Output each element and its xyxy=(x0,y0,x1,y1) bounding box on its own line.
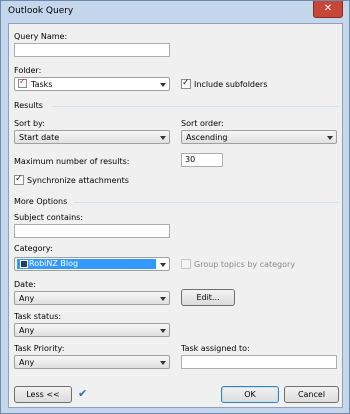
cancel-button[interactable]: Cancel xyxy=(284,386,339,403)
task-icon xyxy=(18,77,27,88)
folder-label: Folder: xyxy=(14,66,42,75)
sort-by-select[interactable]: Start date xyxy=(14,130,170,144)
title-bar: Outlook Query ✕ xyxy=(1,1,349,23)
sort-by-label: Sort by: xyxy=(14,119,45,128)
category-select[interactable]: RobiNZ Blog xyxy=(14,257,170,271)
group-topics-checkbox[interactable] xyxy=(181,259,191,269)
results-section-label: Results xyxy=(14,101,43,110)
subject-label: Subject contains: xyxy=(14,213,84,222)
query-name-input[interactable] xyxy=(14,43,170,57)
group-topics-label: Group topics by category xyxy=(194,260,296,269)
sort-order-value: Ascending xyxy=(186,133,228,142)
sort-order-label: Sort order: xyxy=(181,119,224,128)
chevron-down-icon xyxy=(160,297,166,301)
max-results-input[interactable]: 30 xyxy=(181,153,223,167)
chevron-down-icon xyxy=(160,136,166,140)
edit-date-button[interactable]: Edit... xyxy=(181,289,235,306)
close-button[interactable]: ✕ xyxy=(313,1,343,18)
checkmark-icon: ✔ xyxy=(78,387,88,400)
chevron-down-icon xyxy=(160,329,166,333)
chevron-down-icon xyxy=(160,361,166,365)
task-status-select[interactable]: Any xyxy=(14,323,170,337)
include-subfolders-label: Include subfolders xyxy=(194,80,268,89)
window-title: Outlook Query xyxy=(8,6,74,16)
outlook-query-window: Outlook Query ✕ Query Name: Folder: Task… xyxy=(0,0,350,414)
task-status-label: Task status: xyxy=(14,312,62,321)
folder-value: Tasks xyxy=(31,80,53,89)
task-status-value: Any xyxy=(19,326,35,335)
more-options-section-label: More Options xyxy=(14,197,68,206)
more-options-divider xyxy=(74,202,339,203)
task-priority-value: Any xyxy=(19,358,35,367)
task-priority-label: Task Priority: xyxy=(14,344,65,353)
date-select[interactable]: Any xyxy=(14,291,170,305)
sort-by-value: Start date xyxy=(19,133,60,142)
dialog-body: Query Name: Folder: Tasks Include subfol… xyxy=(8,23,343,408)
ok-button[interactable]: OK xyxy=(221,386,279,403)
sync-attachments-label: Synchronize attachments xyxy=(27,176,129,185)
category-label: Category: xyxy=(14,244,53,253)
chevron-down-icon xyxy=(327,136,333,140)
category-selection: RobiNZ Blog xyxy=(17,259,156,269)
chevron-down-icon xyxy=(160,263,166,267)
include-subfolders-checkbox[interactable] xyxy=(181,78,191,89)
task-assigned-label: Task assigned to: xyxy=(181,344,250,353)
less-button[interactable]: Less << xyxy=(14,386,72,403)
more-options-section: More Options xyxy=(14,197,339,207)
folder-select[interactable]: Tasks xyxy=(14,77,170,91)
close-icon: ✕ xyxy=(323,3,333,14)
results-section: Results xyxy=(14,101,339,111)
subject-input[interactable] xyxy=(14,224,170,238)
task-priority-select[interactable]: Any xyxy=(14,355,170,369)
category-value: RobiNZ Blog xyxy=(29,259,79,268)
max-results-label: Maximum number of results: xyxy=(14,157,130,166)
chevron-down-icon xyxy=(160,83,166,87)
date-value: Any xyxy=(19,294,35,303)
sync-attachments-checkbox[interactable] xyxy=(14,174,24,185)
sort-order-select[interactable]: Ascending xyxy=(181,130,337,144)
results-divider xyxy=(52,106,339,107)
category-swatch-icon xyxy=(20,260,28,268)
date-label: Date: xyxy=(14,280,36,289)
query-name-label: Query Name: xyxy=(14,32,68,41)
task-assigned-input[interactable] xyxy=(181,355,337,369)
